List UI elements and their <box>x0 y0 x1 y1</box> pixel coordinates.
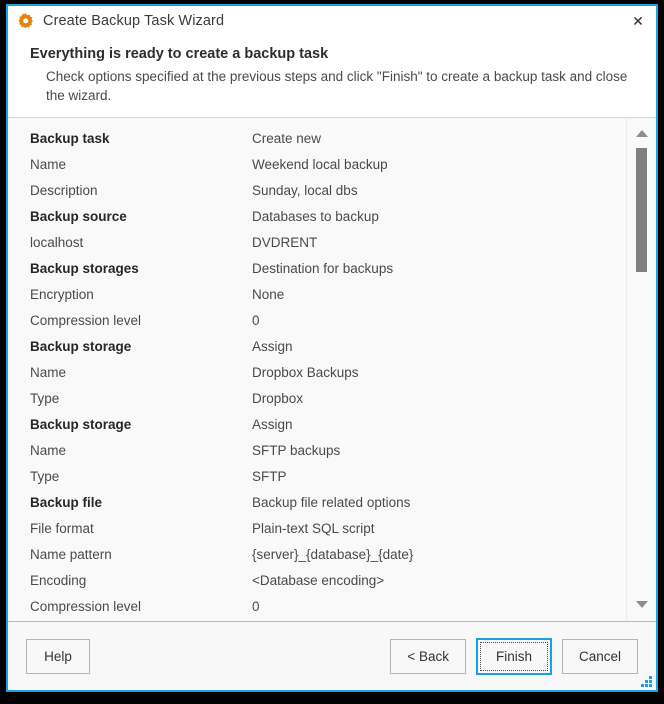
summary-row-key: Encoding <box>8 573 252 588</box>
summary-row-value: Assign <box>252 417 293 432</box>
summary-row-key: Backup storage <box>8 339 252 354</box>
wizard-window: Create Backup Task Wizard ✕ Everything i… <box>6 4 658 692</box>
scrollbar-track[interactable] <box>627 144 656 593</box>
summary-row-value: Dropbox Backups <box>252 365 359 380</box>
summary-row-value: Dropbox <box>252 391 303 406</box>
summary-row-value: None <box>252 287 284 302</box>
summary-row-key: Description <box>8 183 252 198</box>
summary-row-key: Backup storages <box>8 261 252 276</box>
page-title: Everything is ready to create a backup t… <box>30 46 640 62</box>
summary-row[interactable]: NameWeekend local backup <box>8 151 626 177</box>
summary-row-value: Destination for backups <box>252 261 393 276</box>
window-titlebar[interactable]: Create Backup Task Wizard ✕ <box>8 6 656 36</box>
summary-row[interactable]: localhostDVDRENT <box>8 229 626 255</box>
summary-row[interactable]: Backup fileBackup file related options <box>8 489 626 515</box>
summary-row-key: Name <box>8 365 252 380</box>
summary-row-value: <Database encoding> <box>252 573 384 588</box>
summary-row-key: Compression level <box>8 599 252 614</box>
triangle-up-icon <box>636 130 648 137</box>
summary-row-key: Backup file <box>8 495 252 510</box>
summary-row[interactable]: Backup storageAssign <box>8 411 626 437</box>
summary-row-value: Weekend local backup <box>252 157 388 172</box>
summary-row-value: Databases to backup <box>252 209 379 224</box>
summary-row[interactable]: TypeDropbox <box>8 385 626 411</box>
summary-row[interactable]: Compression level0 <box>8 307 626 333</box>
summary-row-value: 0 <box>252 599 260 614</box>
summary-row[interactable]: Name pattern{server}_{database}_{date} <box>8 541 626 567</box>
window-title: Create Backup Task Wizard <box>43 13 224 29</box>
triangle-down-icon <box>636 601 648 608</box>
summary-row[interactable]: Encoding<Database encoding> <box>8 567 626 593</box>
summary-row[interactable]: Backup storageAssign <box>8 333 626 359</box>
summary-row-key: localhost <box>8 235 252 250</box>
summary-row-key: Name <box>8 443 252 458</box>
summary-row-value: Backup file related options <box>252 495 410 510</box>
summary-list-viewport: Backup taskCreate newNameWeekend local b… <box>8 118 626 621</box>
summary-row-key: File format <box>8 521 252 536</box>
desktop-background: Create Backup Task Wizard ✕ Everything i… <box>0 0 664 704</box>
scrollbar-thumb[interactable] <box>636 148 647 272</box>
summary-row-key: Compression level <box>8 313 252 328</box>
summary-row-key: Backup source <box>8 209 252 224</box>
summary-row-value: {server}_{database}_{date} <box>252 547 413 562</box>
back-button[interactable]: < Back <box>390 639 466 674</box>
page-subtitle: Check options specified at the previous … <box>46 67 640 105</box>
summary-row[interactable]: Compression level0 <box>8 593 626 619</box>
finish-button[interactable]: Finish <box>476 638 552 675</box>
dialog-button-bar: Help < Back Finish Cancel <box>8 622 656 690</box>
wizard-header: Everything is ready to create a backup t… <box>8 36 656 118</box>
summary-row[interactable]: DescriptionSunday, local dbs <box>8 177 626 203</box>
summary-row[interactable]: NameDropbox Backups <box>8 359 626 385</box>
summary-row-key: Type <box>8 469 252 484</box>
cancel-button[interactable]: Cancel <box>562 639 638 674</box>
summary-row-key: Type <box>8 391 252 406</box>
summary-row[interactable]: Backup taskCreate new <box>8 125 626 151</box>
summary-row-value: Plain-text SQL script <box>252 521 375 536</box>
gear-icon <box>18 13 34 29</box>
scroll-up-arrow[interactable] <box>627 124 656 142</box>
summary-row[interactable]: Backup storagesDestination for backups <box>8 255 626 281</box>
summary-row-key: Encryption <box>8 287 252 302</box>
summary-row[interactable]: NameSFTP backups <box>8 437 626 463</box>
help-button[interactable]: Help <box>26 639 90 674</box>
summary-row-value: Sunday, local dbs <box>252 183 358 198</box>
close-icon[interactable]: ✕ <box>626 10 650 32</box>
vertical-scrollbar[interactable] <box>626 118 656 621</box>
summary-row-value: Create new <box>252 131 321 146</box>
summary-row-key: Backup storage <box>8 417 252 432</box>
summary-row-key: Name pattern <box>8 547 252 562</box>
summary-row[interactable]: TypeSFTP <box>8 463 626 489</box>
summary-row-value: 0 <box>252 313 260 328</box>
summary-list: Backup taskCreate newNameWeekend local b… <box>8 118 626 619</box>
summary-row-key: Name <box>8 157 252 172</box>
summary-row-value: DVDRENT <box>252 235 317 250</box>
summary-row[interactable]: EncryptionNone <box>8 281 626 307</box>
summary-row-value: Assign <box>252 339 293 354</box>
summary-row-key: Backup task <box>8 131 252 146</box>
summary-row-value: SFTP backups <box>252 443 340 458</box>
summary-row[interactable]: Backup sourceDatabases to backup <box>8 203 626 229</box>
summary-list-area: Backup taskCreate newNameWeekend local b… <box>8 118 656 622</box>
scroll-down-arrow[interactable] <box>627 595 656 613</box>
summary-row-value: SFTP <box>252 469 287 484</box>
finish-button-label: Finish <box>496 649 532 664</box>
summary-row[interactable]: File formatPlain-text SQL script <box>8 515 626 541</box>
resize-grip-icon[interactable] <box>639 674 652 687</box>
